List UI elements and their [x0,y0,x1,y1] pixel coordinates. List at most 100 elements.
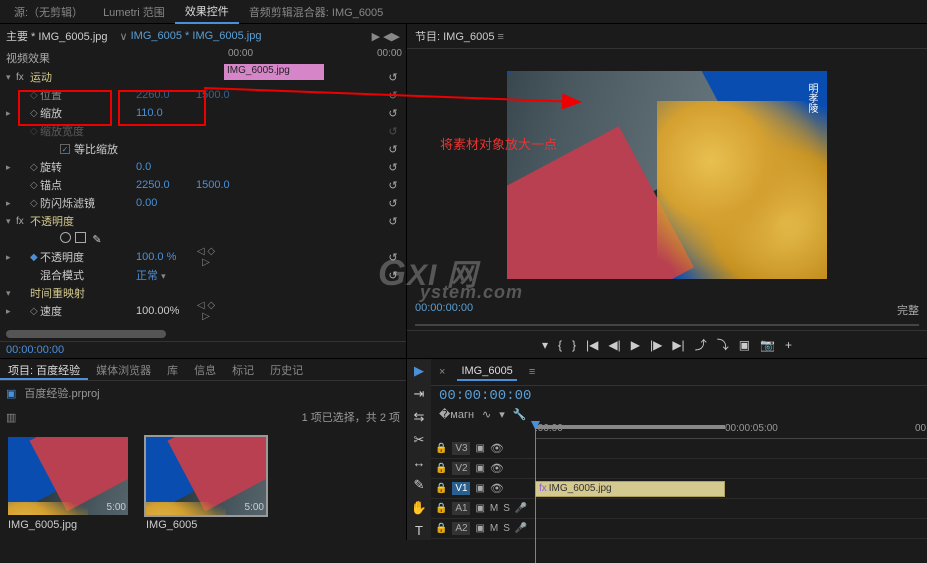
solo-icon[interactable]: S [503,523,510,534]
hand-tool-icon[interactable]: ✋ [411,500,427,516]
lock-icon[interactable]: 🔒 [435,483,447,494]
snap-icon[interactable]: �магн [439,408,474,421]
type-tool-icon[interactable]: T [415,523,423,538]
lift-icon[interactable]: ⤴ [695,336,707,353]
stopwatch-icon[interactable]: ◇ [30,162,40,173]
reset-icon[interactable]: ↺ [386,89,400,102]
eye-icon[interactable]: 👁 [490,482,504,495]
tab-library[interactable]: 库 [159,359,186,380]
scroll-thumb[interactable] [6,330,166,338]
twirl-icon[interactable]: ▸ [6,162,16,173]
reset-icon[interactable]: ↺ [386,125,400,138]
bin-item[interactable]: 5:00 IMG_6005 [146,437,266,532]
twirl-icon[interactable]: ▸ [6,252,16,263]
timeline-timecode[interactable]: 00:00:00:00 [439,388,531,404]
position-x[interactable]: 2260.0 [136,89,196,101]
nav-arrows[interactable]: ▶ ◀▶ [372,30,400,43]
panel-timecode[interactable]: 00:00:00:00 [0,341,406,358]
lock-icon[interactable]: 🔒 [435,523,447,534]
track-a2[interactable]: 🔒A2▣MS🎤 [431,519,927,539]
add-marker-icon[interactable]: ▾ [542,338,548,352]
reset-icon[interactable]: ↺ [386,107,400,120]
track-select-tool-icon[interactable]: ⇥ [414,386,425,402]
twirl-icon[interactable]: ▸ [6,306,16,317]
program-monitor[interactable]: 明孝陵 [407,49,927,300]
program-timecode[interactable]: 00:00:00:00 [415,302,473,318]
keyframe-nav[interactable]: ◁ ◇ ▷ [196,246,216,268]
toggle-output-icon[interactable]: ▣ [475,483,484,494]
rotation-value[interactable]: 0.0 [136,161,196,173]
twirl-icon[interactable]: ▾ [6,288,16,299]
effect-opacity[interactable]: 不透明度 [30,213,74,229]
mic-icon[interactable]: M [490,523,498,534]
razor-tool-icon[interactable]: ✂ [414,432,425,448]
twirl-icon[interactable]: ▾ [6,72,16,83]
sequence-tab[interactable]: IMG_6005 [457,363,516,381]
mark-out-icon[interactable]: } [572,338,576,352]
slip-tool-icon[interactable]: ↔ [413,455,426,470]
timeline-ruler[interactable]: :00:00 00:00:05:00 00:00:10:00 [535,423,927,439]
reset-icon[interactable]: ↺ [386,197,400,210]
uniform-scale-checkbox[interactable]: ✓ [60,144,70,154]
tab-info[interactable]: 信息 [186,359,224,380]
tab-history[interactable]: 历史记 [262,359,311,380]
selection-tool-icon[interactable]: ▶ [414,363,424,379]
voice-icon[interactable]: 🎤 [515,523,527,534]
bin-item[interactable]: 5:00 IMG_6005.jpg [8,437,128,532]
blend-mode-value[interactable]: 正常 ▾ [136,267,196,283]
keyframe-nav[interactable]: ◁ ◇ ▷ [196,300,216,322]
tab-effect-controls[interactable]: 效果控件 [175,0,239,24]
wrench-icon[interactable]: 🔧 [513,408,527,421]
twirl-icon[interactable]: ▸ [6,108,16,119]
mute-icon[interactable]: ▣ [475,503,484,514]
speed-value[interactable]: 100.00% [136,305,196,317]
lock-icon[interactable]: 🔒 [435,503,447,514]
pen-tool-icon[interactable]: ✎ [414,477,425,493]
work-area-bar[interactable] [535,425,725,429]
sequence-clip-link[interactable]: IMG_6005 * IMG_6005.jpg [131,30,262,42]
bin-icon[interactable]: ▣ [6,387,16,400]
reset-icon[interactable]: ↺ [386,251,400,264]
ellipse-mask-icon[interactable] [60,232,71,243]
reset-icon[interactable]: ↺ [386,179,400,192]
opacity-value[interactable]: 100.0 % [136,251,196,263]
scale-value[interactable]: 110.0 [136,107,196,119]
stopwatch-icon[interactable]: ◇ [30,90,40,101]
reset-icon[interactable]: ↺ [386,161,400,174]
anti-flicker-value[interactable]: 0.00 [136,197,196,209]
twirl-icon[interactable]: ▸ [6,198,16,209]
play-icon[interactable]: ▶ [631,338,640,352]
stopwatch-icon[interactable]: ◇ [30,126,40,137]
track-v1[interactable]: 🔒V1▣👁 fxIMG_6005.jpg [431,479,927,499]
tab-media-browser[interactable]: 媒体浏览器 [88,359,159,380]
rect-mask-icon[interactable] [75,232,86,243]
stopwatch-icon[interactable]: ◆ [30,252,40,263]
goto-out-icon[interactable]: ▶| [672,338,684,352]
stopwatch-icon[interactable]: ◇ [30,198,40,209]
step-fwd-icon[interactable]: |▶ [650,338,662,352]
tab-audio-mixer[interactable]: 音频剪辑混合器: IMG_6005 [239,1,393,23]
settings-plus-icon[interactable]: + [785,338,792,352]
anchor-y[interactable]: 1500.0 [196,179,256,191]
lock-icon[interactable]: 🔒 [435,463,447,474]
solo-icon[interactable]: S [503,503,510,514]
mic-icon[interactable]: M [490,503,498,514]
tab-markers[interactable]: 标记 [224,359,262,380]
voice-icon[interactable]: 🎤 [515,503,527,514]
lock-icon[interactable]: 🔒 [435,443,447,454]
eye-icon[interactable]: 👁 [490,462,504,475]
position-y[interactable]: 1500.0 [196,89,256,101]
export-frame-icon[interactable]: ▣ [739,338,750,352]
anchor-x[interactable]: 2250.0 [136,179,196,191]
ripple-tool-icon[interactable]: ⇆ [414,409,425,425]
link-icon[interactable]: ∿ [482,408,491,421]
stopwatch-icon[interactable]: ◇ [30,180,40,191]
marker-icon[interactable]: ▾ [499,408,505,421]
mute-icon[interactable]: ▣ [475,523,484,534]
reset-icon[interactable]: ↺ [386,143,400,156]
tab-source[interactable]: 源:（无剪辑） [4,1,93,23]
toggle-output-icon[interactable]: ▣ [475,463,484,474]
tab-lumetri[interactable]: Lumetri 范围 [93,1,175,23]
reset-icon[interactable]: ↺ [386,269,400,282]
reset-icon[interactable]: ↺ [386,215,400,228]
